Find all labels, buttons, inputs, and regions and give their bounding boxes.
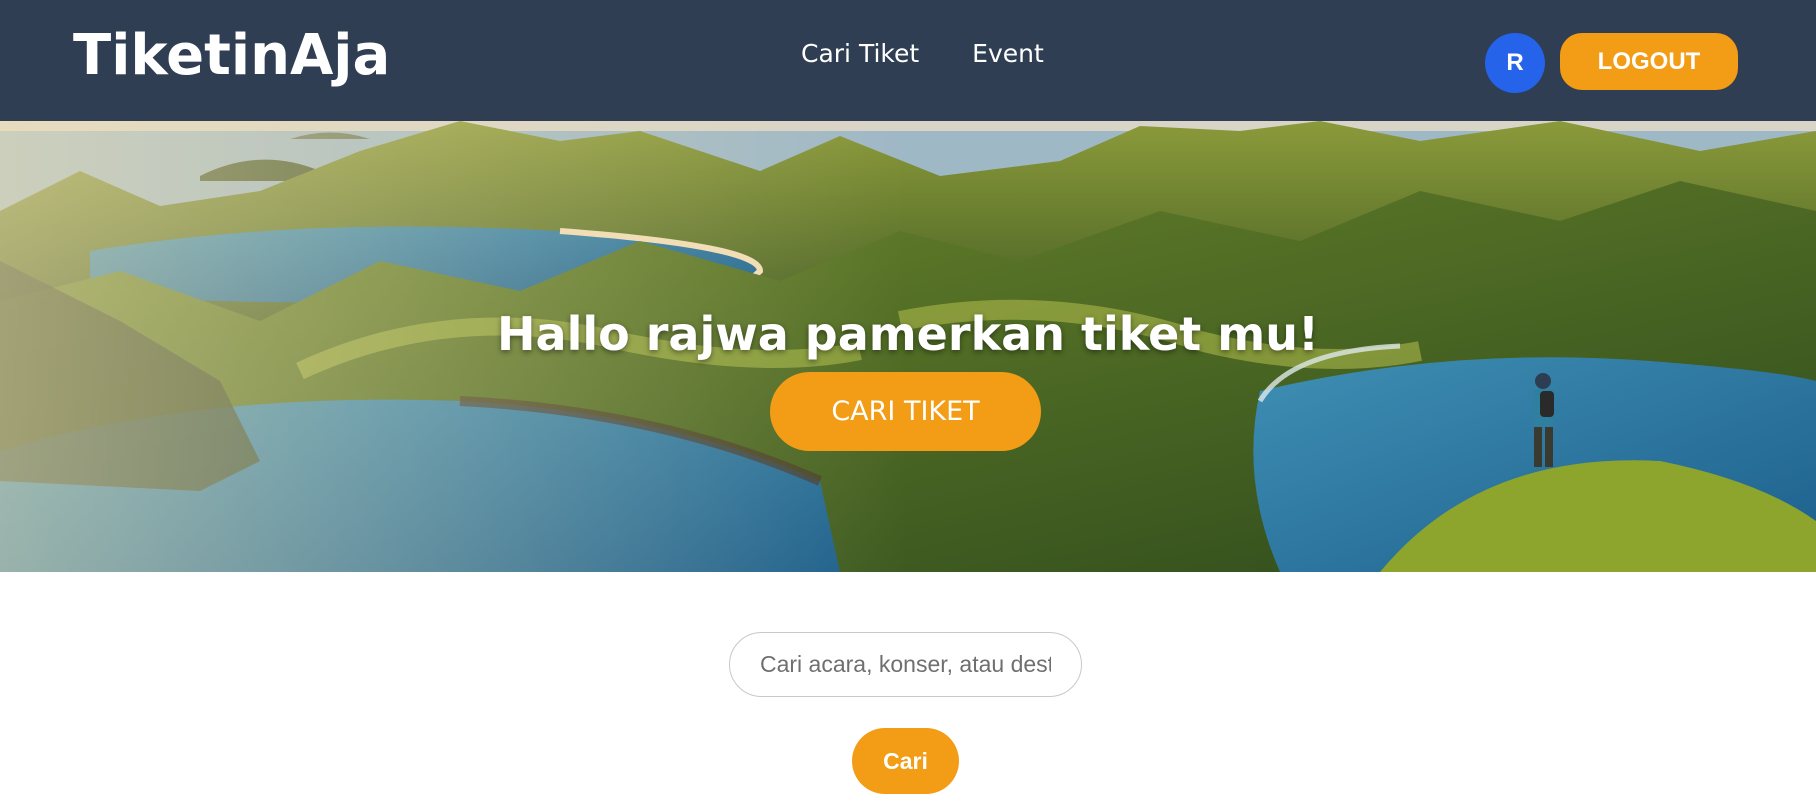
nav-link-event[interactable]: Event: [972, 36, 1044, 72]
nav-link-cari-tiket[interactable]: Cari Tiket: [801, 36, 919, 72]
nav-links: Cari Tiket Event: [801, 36, 1044, 72]
brand-logo[interactable]: TiketinAja: [73, 22, 390, 90]
logout-button[interactable]: LOGOUT: [1560, 33, 1738, 90]
search-button[interactable]: Cari: [852, 728, 959, 794]
user-avatar[interactable]: R: [1485, 33, 1545, 93]
hero-banner: Hallo rajwa pamerkan tiket mu! CARI TIKE…: [0, 121, 1816, 572]
cari-tiket-hero-button[interactable]: CARI TIKET: [770, 372, 1041, 451]
hero-title: Hallo rajwa pamerkan tiket mu!: [497, 307, 1319, 361]
search-input[interactable]: [729, 632, 1082, 697]
top-navbar: TiketinAja Cari Tiket Event R LOGOUT: [0, 0, 1816, 121]
